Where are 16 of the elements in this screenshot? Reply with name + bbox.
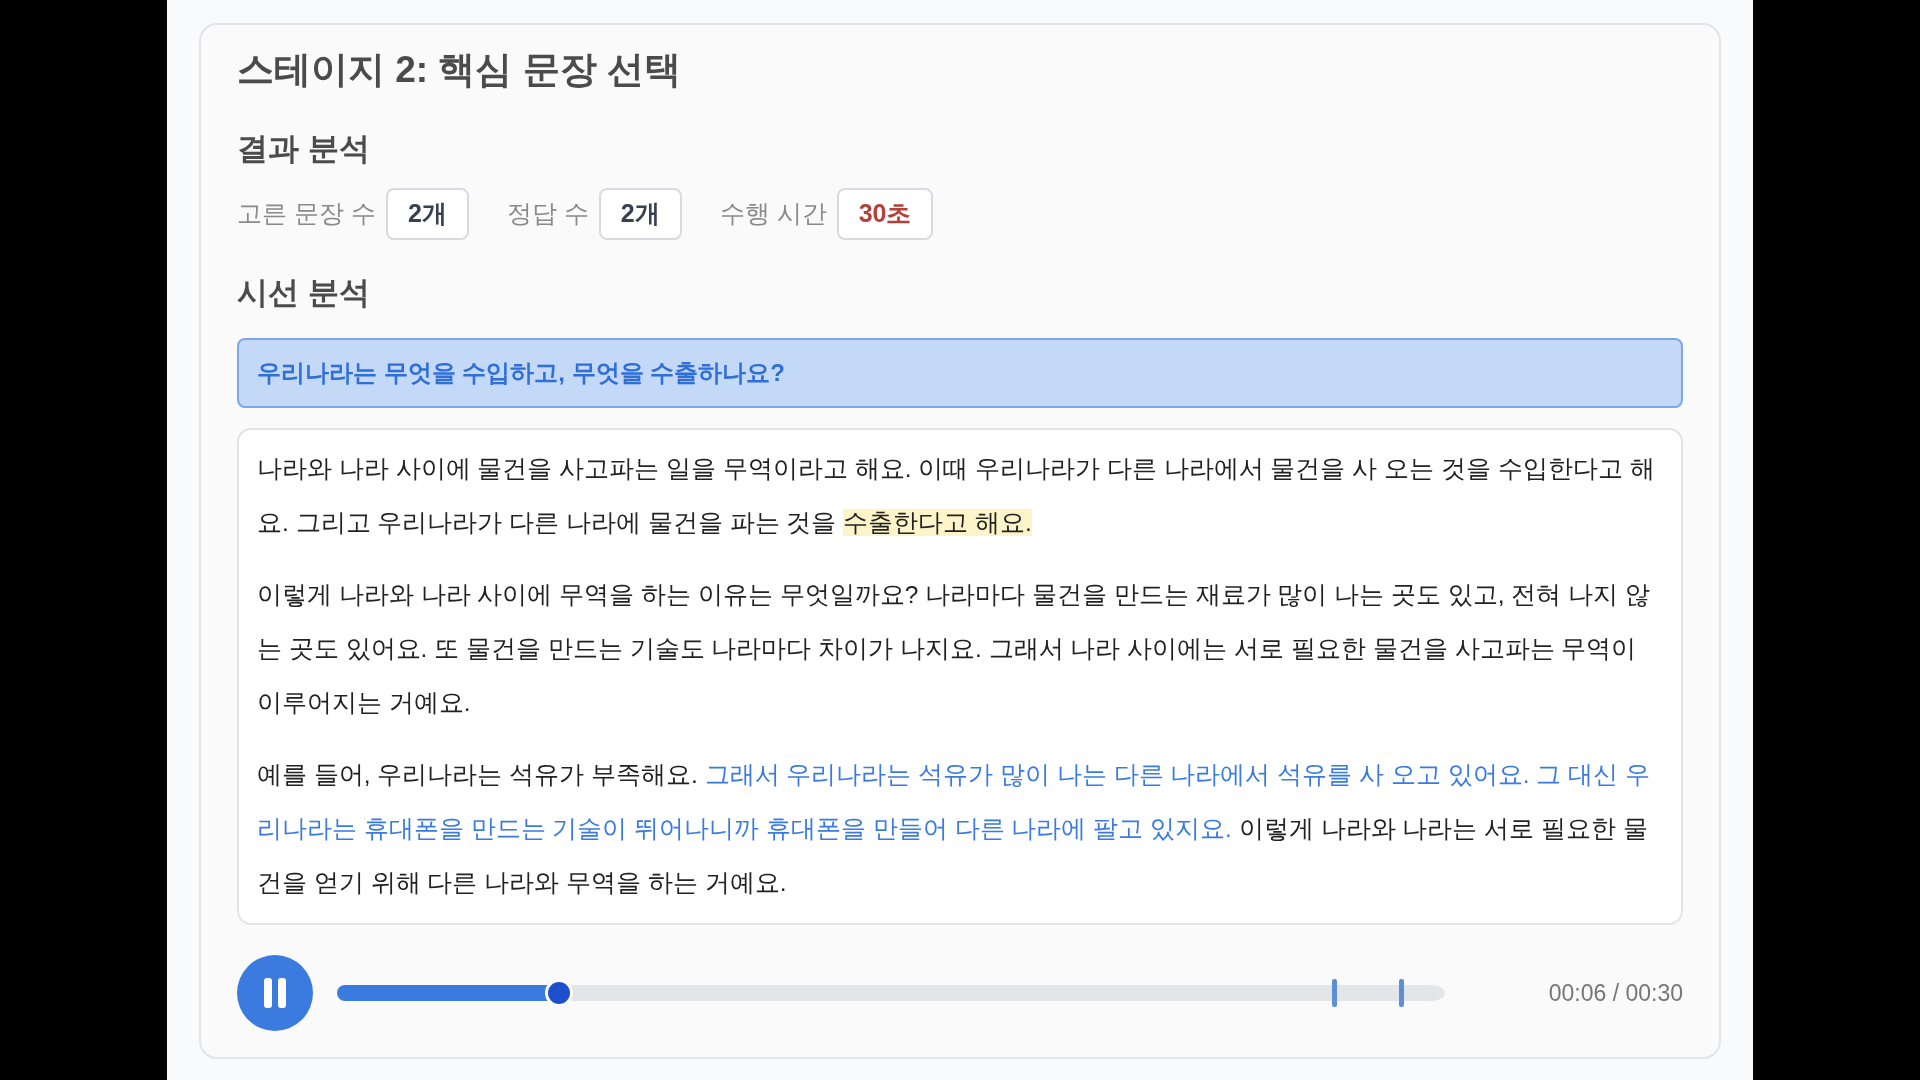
stat-label: 정답 수	[506, 198, 589, 230]
stat-label: 수행 시간	[719, 198, 827, 230]
passage-paragraph: 나라와 나라 사이에 물건을 사고파는 일을 무역이라고 해요. 이때 우리나라가 다른 나라에서 물건을 사 오는 것을 수입한다고 해요. 그리고 우리나라가 다른 나라에 물건을 파는 것을 수출한다고 해요.	[257, 454, 1656, 538]
passage-paragraph: 이렇게 나라와 나라 사이에 무역을 하는 이유는 무엇일까요? 나라마다 물건을 만드는 재료가 많이 나는 곳도 있고, 전혀 나지 않는 곳도 있어요. 또 물건을 만드는 기술도 나라마다 차이가 나지요. 그래서 나라 사이에는 서로 필요한 물건을 사고파는 무역이 이루어지는 거예요.	[257, 580, 1651, 718]
stat-label: 고른 문장 수	[237, 198, 376, 230]
pause-icon	[263, 978, 287, 1008]
stat-value: 30초	[836, 188, 934, 240]
stat-value: 2개	[598, 188, 682, 240]
question-banner: 우리나라는 무엇을 수입하고, 무엇을 수출하나요?	[237, 338, 1683, 408]
section-heading: 결과 분석	[237, 130, 371, 168]
time-readout: 00:06 / 00:30	[1548, 978, 1683, 1008]
slider-thumb[interactable]	[544, 979, 573, 1007]
section-heading: 시선 분석	[237, 274, 371, 312]
passage-paragraph: 예를 들어, 우리나라는 석유가 부족해요. 그래서 우리나라는 석유가 많이 나는 다른 나라에서 석유를 사 오고 있어요. 그 대신 우리나라는 휴대폰을 만드는 기술이 뛰어나니까 휴대폰을 만들어 다른 나라에 팔고 있지요. 이렇게 나라와 나라는 서로 필요한 물건을 얻기 위해 다른 나라와 무역을 하는 거예요.	[257, 760, 1651, 898]
stage-title: 스테이지 2: 핵심 문장 선택	[237, 48, 683, 92]
stat-value: 2개	[385, 188, 469, 240]
